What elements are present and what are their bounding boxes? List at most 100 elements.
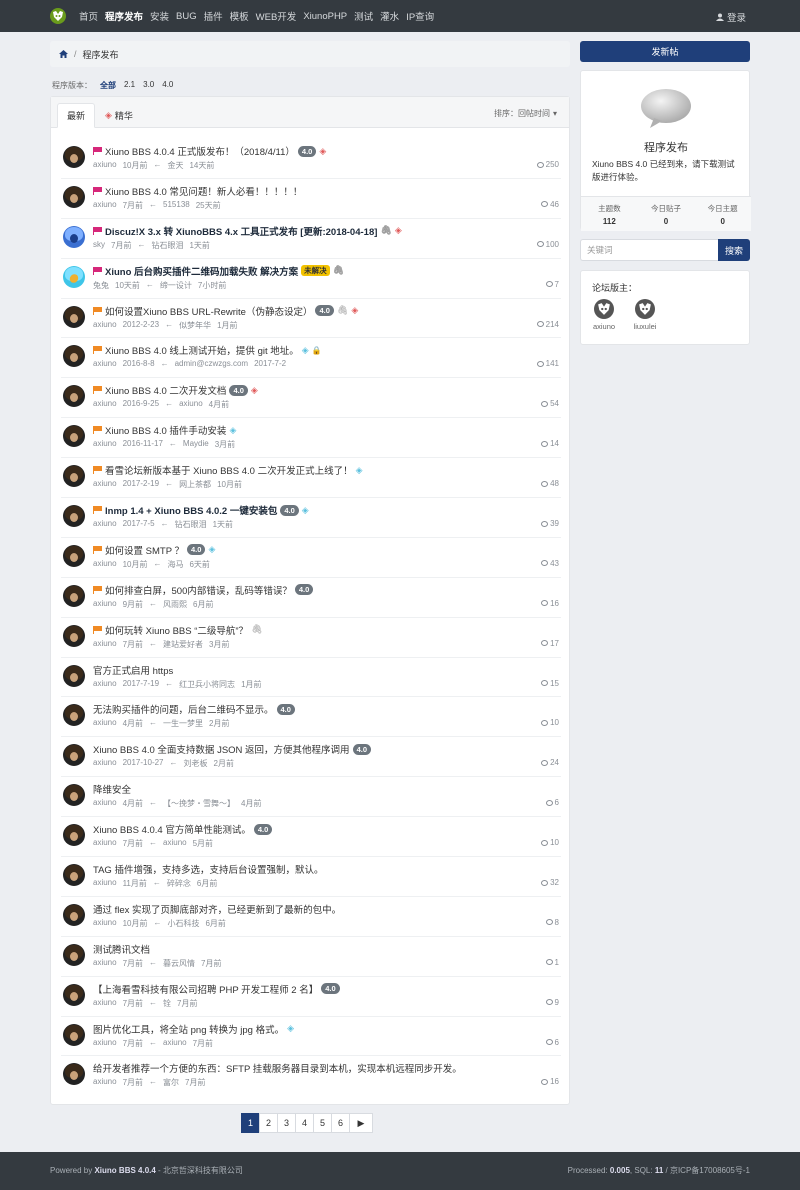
thread-author[interactable]: axiuno <box>93 718 117 729</box>
thread-title-link[interactable]: Discuz!X 3.x 转 XiunoBBS 4.x 工具正式发布 [更新:2… <box>105 224 377 238</box>
thread-author[interactable]: axiuno <box>93 798 117 809</box>
avatar[interactable] <box>63 744 85 767</box>
thread-author[interactable]: axiuno <box>93 1038 117 1049</box>
next-page-icon[interactable]: ▶ <box>349 1113 373 1133</box>
version-2-1[interactable]: 2.1 <box>124 80 135 91</box>
last-reply-user[interactable]: 小石科技 <box>167 918 199 929</box>
thread-row[interactable]: 【上海看雪科技有限公司招聘 PHP 开发工程师 2 名】 4.0 axiuno 7月前… <box>61 977 561 1017</box>
site-logo-icon[interactable] <box>50 8 66 24</box>
last-reply-user[interactable]: 钻石眼泪 <box>175 519 207 530</box>
last-reply-user[interactable]: 海马 <box>167 559 183 570</box>
last-reply-user[interactable]: 金天 <box>167 160 183 171</box>
avatar[interactable] <box>63 1023 85 1046</box>
version-3-0[interactable]: 3.0 <box>143 80 154 91</box>
thread-title-link[interactable]: 如何设置Xiuno BBS URL-Rewrite（伪静态设定） <box>105 304 312 318</box>
version-4-0[interactable]: 4.0 <box>162 80 173 91</box>
avatar[interactable] <box>63 265 85 288</box>
login-link[interactable]: 登录 <box>715 10 746 24</box>
tab-featured[interactable]: ◈ 精华 <box>96 103 142 128</box>
avatar[interactable] <box>63 345 85 368</box>
thread-row[interactable]: Xiuno BBS 4.0 常见问题！新人必看！！！！！ axiuno 7月前 ← 51… <box>61 179 561 219</box>
avatar[interactable] <box>63 185 85 208</box>
thread-row[interactable]: 如何设置Xiuno BBS URL-Rewrite（伪静态设定） 4.0 🖇 ◈ axi… <box>61 299 561 339</box>
thread-row[interactable]: 看雪论坛新版本基于 Xiuno BBS 4.0 二次开发正式上线了！ ◈ axiun… <box>61 458 561 499</box>
moderator-liuxulei[interactable]: liuxulei <box>630 299 660 331</box>
search-input[interactable] <box>580 239 718 261</box>
avatar[interactable] <box>63 704 85 727</box>
nav-item[interactable]: 测试 <box>354 9 373 23</box>
nav-item[interactable]: IP查询 <box>406 9 434 23</box>
thread-row[interactable]: Xiuno 后台购买插件二维码加载失败 解决方案 未解决 🖇 兔兔 10天前 ← 缔一设计 7… <box>61 259 561 299</box>
thread-title-link[interactable]: Xiuno BBS 4.0 插件手动安装 <box>105 423 226 437</box>
thread-row[interactable]: Xiuno BBS 4.0 全面支持数据 JSON 返回，方便其他程序调用 4.0… <box>61 737 561 778</box>
thread-row[interactable]: 给开发者推荐一个方便的东西：SFTP 挂载服务器目录到本机，实现本机远程同步开发… <box>61 1056 561 1096</box>
avatar[interactable] <box>63 1063 85 1086</box>
thread-title-link[interactable]: Xiuno BBS 4.0.4 官方简单性能测试。 <box>93 822 251 836</box>
search-button[interactable]: 搜索 <box>718 239 750 261</box>
thread-author[interactable]: axiuno <box>93 559 117 570</box>
thread-author[interactable]: axiuno <box>93 958 117 969</box>
avatar[interactable] <box>63 584 85 607</box>
thread-author[interactable]: axiuno <box>93 439 117 450</box>
thread-title-link[interactable]: Xiuno BBS 4.0 二次开发文档 <box>105 383 226 397</box>
nav-item[interactable]: XiunoPHP <box>303 11 347 22</box>
last-reply-user[interactable]: axiuno <box>163 1038 187 1049</box>
nav-item[interactable]: 首页 <box>79 9 98 23</box>
last-reply-user[interactable]: 建站爱好者 <box>163 639 203 650</box>
page-4[interactable]: 4 <box>295 1113 314 1133</box>
thread-author[interactable]: axiuno <box>93 878 117 889</box>
thread-title-link[interactable]: 无法购买插件的问题，后台二维码不显示。 <box>93 702 274 716</box>
thread-title-link[interactable]: Xiuno 后台购买插件二维码加载失败 解决方案 <box>105 264 298 278</box>
thread-author[interactable]: axiuno <box>93 918 117 929</box>
icp-link[interactable]: / 京ICP备17008605号-1 <box>663 1166 751 1175</box>
tab-latest[interactable]: 最新 <box>57 103 96 128</box>
thread-author[interactable]: axiuno <box>93 320 117 331</box>
last-reply-user[interactable]: 似梦年华 <box>179 320 211 331</box>
moderator-axiuno[interactable]: axiuno <box>589 299 619 331</box>
avatar[interactable] <box>63 784 85 807</box>
last-reply-user[interactable]: 钻石眼泪 <box>151 240 183 251</box>
avatar[interactable] <box>63 425 85 448</box>
thread-row[interactable]: 测试腾讯文档 axiuno 7月前 ← 暮云风情 7月前 1 <box>61 937 561 977</box>
thread-title-link[interactable]: 图片优化工具，将全站 png 转换为 jpg 格式。 <box>93 1022 284 1036</box>
thread-author[interactable]: axiuno <box>93 599 117 610</box>
last-reply-user[interactable]: 缔一设计 <box>160 280 192 291</box>
avatar[interactable] <box>63 225 85 248</box>
thread-row[interactable]: 如何设置 SMTP ？ 4.0 ◈ axiuno 10月前 ← 海马 6天前 43 <box>61 538 561 578</box>
thread-title-link[interactable]: Xiuno BBS 4.0 线上测试开始，提供 git 地址。 <box>105 343 299 357</box>
avatar[interactable] <box>63 983 85 1006</box>
thread-title-link[interactable]: 如何排查白屏，500内部错误，乱码等错误？ <box>105 583 292 597</box>
thread-author[interactable]: axiuno <box>93 838 117 849</box>
nav-item[interactable]: 安装 <box>150 9 169 23</box>
page-5[interactable]: 5 <box>313 1113 332 1133</box>
thread-title-link[interactable]: Xiuno BBS 4.0.4 正式版发布！（2018/4/11） <box>105 144 295 158</box>
avatar[interactable] <box>63 465 85 488</box>
last-reply-user[interactable]: 碎碎念 <box>167 878 191 889</box>
thread-author[interactable]: axiuno <box>93 359 117 368</box>
thread-title-link[interactable]: 【上海看雪科技有限公司招聘 PHP 开发工程师 2 名】 <box>93 982 318 996</box>
avatar[interactable] <box>63 505 85 528</box>
last-reply-user[interactable]: 红卫兵小将同志 <box>179 679 235 690</box>
thread-row[interactable]: Xiuno BBS 4.0 插件手动安装 ◈ axiuno 2016-11-17 ← Ma… <box>61 418 561 459</box>
thread-title-link[interactable]: 看雪论坛新版本基于 Xiuno BBS 4.0 二次开发正式上线了！ <box>105 463 353 477</box>
thread-title-link[interactable]: 官方正式启用 https <box>93 663 173 677</box>
thread-author[interactable]: axiuno <box>93 479 117 490</box>
last-reply-user[interactable]: 刘老板 <box>184 758 208 769</box>
thread-author[interactable]: axiuno <box>93 200 117 211</box>
thread-title-link[interactable]: 如何玩转 Xiuno BBS “二级导航”？ <box>105 623 248 637</box>
thread-title-link[interactable]: 如何设置 SMTP ？ <box>105 543 184 557</box>
avatar[interactable] <box>63 146 85 168</box>
sort-dropdown[interactable]: 排序：回帖时间 ▾ <box>494 108 557 119</box>
page-6[interactable]: 6 <box>331 1113 350 1133</box>
page-2[interactable]: 2 <box>259 1113 278 1133</box>
avatar[interactable] <box>63 624 85 647</box>
thread-row[interactable]: lnmp 1.4 + Xiuno BBS 4.0.2 一键安装包 4.0 ◈ axiu… <box>61 498 561 538</box>
last-reply-user[interactable]: 富尔 <box>163 1077 179 1088</box>
avatar[interactable] <box>63 864 85 887</box>
version-all[interactable]: 全部 <box>100 80 116 91</box>
thread-title-link[interactable]: 通过 flex 实现了页脚底部对齐，已经更新到了最新的包中。 <box>93 902 341 916</box>
avatar[interactable] <box>63 544 85 567</box>
thread-author[interactable]: axiuno <box>93 998 117 1009</box>
thread-title-link[interactable]: Xiuno BBS 4.0 常见问题！新人必看！！！！！ <box>105 184 302 198</box>
thread-author[interactable]: axiuno <box>93 519 117 530</box>
